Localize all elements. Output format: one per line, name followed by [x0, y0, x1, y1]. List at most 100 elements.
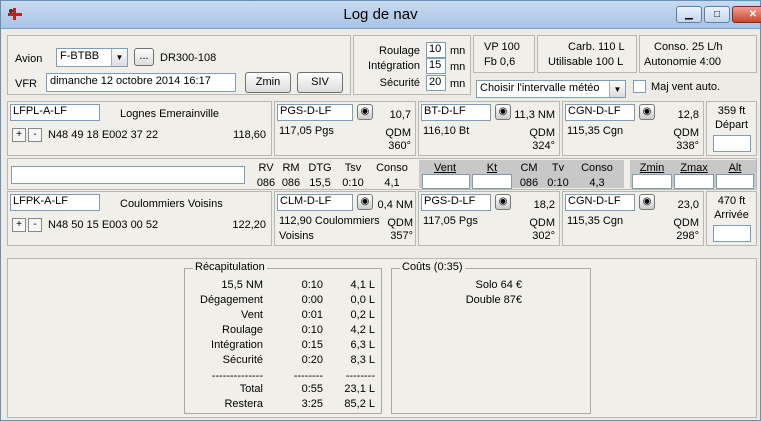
tsv-label: Tsv [344, 162, 362, 174]
recap-row-fuel: 0,0 L [350, 294, 375, 306]
avion-value: F-BTBB [60, 50, 100, 62]
couts-solo: Solo 64 € [475, 279, 522, 291]
navaid-lookup-icon[interactable]: ◉ [495, 194, 511, 210]
title-bar: Log de nav ▁ □ ✕ [1, 1, 761, 29]
rm-value: 086 [281, 177, 301, 189]
integration-input[interactable]: 15 [426, 58, 446, 74]
conso-value: Conso. 25 L/h [654, 41, 723, 53]
departure-plus-button[interactable]: + [12, 128, 26, 142]
recap-row-label: 15,5 NM [221, 279, 263, 291]
navaid-name: 115,35 Cgn [567, 125, 624, 137]
recap-row-time: 0:15 [301, 339, 323, 351]
navaid-code-input[interactable]: BT-D-LF [421, 104, 491, 121]
navaid-name: 117,05 Pgs [423, 215, 478, 227]
departure-alt-input[interactable] [713, 135, 751, 152]
navaid-distance: 10,7 [389, 109, 411, 121]
vent-input[interactable] [422, 174, 470, 189]
qdm-label: QDM [529, 127, 555, 139]
zmax-input[interactable] [674, 174, 714, 189]
arrival-code-input[interactable]: LFPK-A-LF [10, 194, 100, 211]
navaid-lookup-icon[interactable]: ◉ [639, 194, 655, 210]
aircraft-panel: Avion F-BTBB ▼ ... DR300-108 VFR dimanch… [7, 35, 351, 95]
qdm-value: 357° [390, 230, 413, 242]
meteo-interval-select[interactable]: Choisir l'intervalle météo ▼ [476, 80, 626, 98]
navaid-lookup-icon[interactable]: ◉ [357, 104, 373, 120]
qdm-label: QDM [673, 217, 699, 229]
navaid-lookup-icon[interactable]: ◉ [357, 194, 373, 210]
departure-minus-button[interactable]: - [28, 128, 42, 142]
navaid-lookup-icon[interactable]: ◉ [639, 104, 655, 120]
chevron-down-icon: ▼ [609, 81, 625, 97]
summary-panel: Récapitulation 15,5 NM 0:10 4,1 L Dégage… [7, 258, 757, 418]
zmax-label: Zmax [680, 162, 708, 174]
zmin-button[interactable]: Zmin [245, 72, 291, 93]
conso-label: Conso [376, 162, 408, 174]
arrival-minus-button[interactable]: - [28, 218, 42, 232]
navaid-code-input[interactable]: CGN-D-LF [565, 194, 635, 211]
zmin-input[interactable] [632, 174, 672, 189]
carb-value: Carb. 110 L [568, 41, 625, 53]
times-panel: Roulage 10 mn Intégration 15 mn Sécurité… [353, 35, 471, 95]
alt-label: Alt [728, 162, 742, 174]
arrival-alt-panel: 470 ft Arrivée [706, 191, 757, 246]
recap-restera-time: 3:25 [301, 398, 323, 410]
departure-alt-label: Départ [714, 119, 749, 131]
roulage-input[interactable]: 10 [426, 42, 446, 58]
chevron-down-icon: ▼ [111, 49, 127, 66]
alt-input[interactable] [716, 174, 754, 189]
navaid-code-input[interactable]: CLM-D-LF [277, 194, 353, 211]
minimize-icon[interactable]: ▁ [676, 6, 702, 23]
siv-button[interactable]: SIV [297, 72, 343, 93]
navaid-code-input[interactable]: PGS-D-LF [277, 104, 353, 121]
securite-unit: mn [450, 78, 466, 90]
maj-vent-checkbox[interactable] [633, 80, 646, 93]
avion-select[interactable]: F-BTBB ▼ [56, 48, 128, 67]
date-field[interactable]: dimanche 12 octobre 2014 16:17 [46, 73, 236, 92]
couts-legend: Coûts (0:35) [400, 261, 465, 273]
recap-row-time: 0:00 [301, 294, 323, 306]
maximize-icon[interactable]: □ [704, 6, 730, 23]
browse-aircraft-button[interactable]: ... [134, 48, 154, 66]
vfr-label: VFR [15, 78, 37, 90]
securite-label: Sécurité [379, 77, 420, 89]
navaid-code-input[interactable]: PGS-D-LF [421, 194, 491, 211]
navaid-distance: 0,4 NM [377, 199, 413, 211]
meteo-interval-value: Choisir l'intervalle météo [480, 82, 600, 94]
autonomie-value: Autonomie 4:00 [644, 56, 722, 68]
arrival-alt-label: Arrivée [714, 209, 749, 221]
arrival-airfield-panel: LFPK-A-LF Coulommiers Voisins + - N48 50… [7, 191, 272, 246]
window-title: Log de nav [343, 6, 418, 23]
securite-input[interactable]: 20 [426, 75, 446, 91]
navaid-distance: 23,0 [677, 199, 699, 211]
integration-label: Intégration [368, 60, 420, 72]
roulage-unit: mn [450, 45, 466, 57]
vent-label: Vent [433, 162, 457, 174]
conso-panel: Conso. 25 L/h Autonomie 4:00 [639, 35, 757, 73]
arrival-alt-input[interactable] [713, 225, 751, 242]
carb-panel: Carb. 110 L Utilisable 100 L [537, 35, 637, 73]
navaid-distance: 11,3 NM [514, 109, 555, 121]
maj-vent-label: Maj vent auto. [651, 81, 721, 93]
recap-legend: Récapitulation [193, 261, 267, 273]
navaid-distance: 12,8 [677, 109, 699, 121]
log-de-nav-window: Log de nav ▁ □ ✕ Avion F-BTBB ▼ ... DR30… [0, 0, 761, 421]
arrival-navaid-1: CLM-D-LF ◉ 0,4 NM 112,90 Coulommiers Voi… [274, 191, 416, 246]
navaid-name: 116,10 Bt [423, 125, 470, 137]
navaid-code-input[interactable]: CGN-D-LF [565, 104, 635, 121]
integration-unit: mn [450, 61, 466, 73]
qdm-value: 324° [532, 140, 555, 152]
departure-code-input[interactable]: LFPL-A-LF [10, 104, 100, 121]
recap-row-label: Vent [240, 309, 263, 321]
departure-alt-panel: 359 ft Départ [706, 101, 757, 156]
leg-comment-input[interactable] [11, 166, 245, 184]
couts-double: Double 87€ [465, 294, 522, 306]
arrival-alt: 470 ft [717, 195, 746, 207]
close-icon[interactable]: ✕ [732, 6, 761, 23]
recap-total-fuel: 23,1 L [344, 383, 375, 395]
rv-value: 086 [256, 177, 276, 189]
recap-row-fuel: 8,3 L [350, 354, 375, 366]
recap-separator: -------- [293, 370, 323, 382]
kt-input[interactable] [472, 174, 512, 189]
arrival-plus-button[interactable]: + [12, 218, 26, 232]
dtg-value: 15,5 [309, 177, 331, 189]
